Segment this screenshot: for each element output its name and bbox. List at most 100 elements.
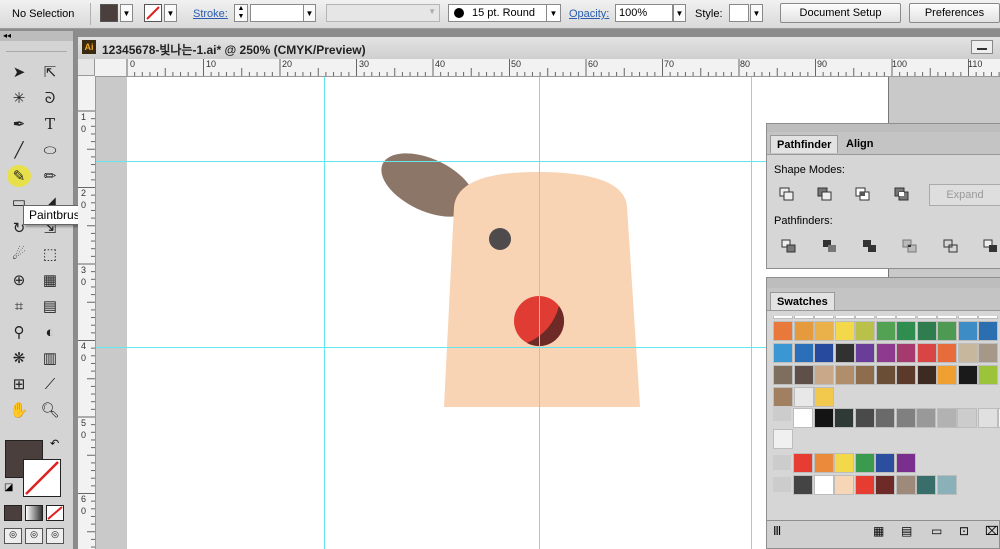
color-swatch[interactable]: [773, 365, 793, 385]
variable-width-select[interactable]: ▼: [326, 4, 440, 22]
symbol-sprayer-tool-icon[interactable]: ❋: [7, 347, 31, 369]
expand-button[interactable]: Expand: [929, 184, 1000, 206]
color-swatch[interactable]: [773, 343, 793, 363]
color-swatch[interactable]: [896, 321, 916, 341]
dog-head[interactable]: [444, 172, 640, 407]
color-swatch[interactable]: [813, 408, 834, 428]
stroke-dropdown[interactable]: ▼: [164, 4, 177, 22]
pen-tool-icon[interactable]: ✒: [7, 113, 31, 135]
guide-vertical[interactable]: [539, 77, 540, 549]
color-swatch[interactable]: [793, 408, 813, 428]
guide-vertical[interactable]: [324, 77, 325, 549]
blend-tool-icon[interactable]: ◐: [38, 321, 62, 343]
color-swatch[interactable]: [834, 316, 855, 319]
color-swatch[interactable]: [916, 365, 937, 385]
color-swatch[interactable]: [957, 408, 977, 428]
swatch-libraries-icon[interactable]: Ⅲ: [773, 524, 781, 538]
dog-eye[interactable]: [489, 228, 511, 250]
direct-selection-tool-icon[interactable]: ⇱: [38, 61, 62, 83]
color-swatch[interactable]: [875, 365, 896, 385]
fill-color-swatch[interactable]: [100, 4, 118, 22]
stroke-weight-dropdown[interactable]: ▼: [303, 4, 316, 22]
color-swatch[interactable]: [957, 316, 978, 319]
minus-back-icon[interactable]: [983, 239, 999, 253]
color-swatch[interactable]: [895, 453, 916, 473]
color-swatch[interactable]: [793, 316, 814, 319]
color-swatch[interactable]: [937, 343, 957, 363]
color-swatch[interactable]: [834, 475, 854, 495]
mesh-tool-icon[interactable]: ⌗: [7, 295, 31, 317]
minimize-button[interactable]: [971, 40, 993, 54]
draw-normal-icon[interactable]: ◎: [4, 528, 22, 544]
color-swatch[interactable]: [916, 321, 937, 341]
swatch-options-icon[interactable]: ▤: [901, 524, 912, 538]
color-swatch[interactable]: [957, 343, 978, 363]
color-swatch[interactable]: [813, 475, 834, 495]
color-swatch[interactable]: [916, 475, 936, 495]
trim-icon[interactable]: [822, 239, 838, 253]
opacity-label[interactable]: Opacity:: [569, 8, 609, 20]
delete-icon[interactable]: ⌧: [985, 524, 999, 538]
color-icon[interactable]: [4, 505, 22, 521]
color-swatch[interactable]: [937, 321, 957, 341]
color-swatch[interactable]: [793, 365, 814, 385]
zoom-tool-icon[interactable]: 🔍︎: [38, 399, 62, 421]
divide-icon[interactable]: [781, 239, 797, 253]
color-swatch[interactable]: [936, 475, 957, 495]
color-swatch[interactable]: [896, 343, 916, 363]
color-swatch[interactable]: [834, 408, 854, 428]
color-swatch[interactable]: [875, 343, 896, 363]
color-swatch[interactable]: [916, 316, 937, 319]
color-swatch[interactable]: [916, 408, 936, 428]
ellipse-tool-icon[interactable]: ⬭: [38, 139, 62, 161]
intersect-icon[interactable]: [855, 187, 871, 201]
minus-front-icon[interactable]: [817, 187, 833, 201]
exclude-icon[interactable]: [894, 187, 910, 201]
color-swatch[interactable]: [916, 343, 937, 363]
line-tool-icon[interactable]: ╱: [7, 139, 31, 161]
document-setup-button[interactable]: Document Setup: [780, 3, 901, 23]
color-swatch[interactable]: [895, 475, 916, 495]
color-swatch[interactable]: [957, 321, 978, 341]
color-swatch[interactable]: [814, 316, 834, 319]
color-swatch[interactable]: [773, 316, 793, 319]
color-swatch[interactable]: [937, 365, 957, 385]
color-swatch[interactable]: [855, 321, 875, 341]
style-dropdown[interactable]: ▼: [750, 4, 763, 22]
color-swatch[interactable]: [793, 453, 813, 473]
merge-icon[interactable]: [862, 239, 878, 253]
panel-grip[interactable]: [767, 124, 1000, 132]
color-swatch[interactable]: [793, 387, 814, 407]
swap-fill-stroke-icon[interactable]: ↶: [50, 437, 59, 450]
graphic-style-swatch[interactable]: [729, 4, 749, 22]
color-swatch[interactable]: [875, 316, 896, 319]
draw-inside-icon[interactable]: ◎: [46, 528, 64, 544]
color-swatch[interactable]: [793, 343, 814, 363]
selection-tool-icon[interactable]: ➤: [7, 61, 31, 83]
color-swatch[interactable]: [773, 429, 793, 449]
document-tab-title[interactable]: 12345678-빛나는-1.ai* @ 250% (CMYK/Preview): [102, 41, 366, 58]
crop-icon[interactable]: [902, 239, 918, 253]
artboard-tool-icon[interactable]: ⊞: [7, 373, 31, 395]
column-graph-tool-icon[interactable]: ▥: [38, 347, 62, 369]
color-swatch[interactable]: [834, 365, 855, 385]
preferences-button[interactable]: Preferences: [909, 3, 1000, 23]
shape-builder-tool-icon[interactable]: ⊕: [7, 269, 31, 291]
color-swatch[interactable]: [978, 365, 998, 385]
color-swatch[interactable]: [793, 321, 814, 341]
tab-align[interactable]: Align: [840, 135, 880, 153]
outline-icon[interactable]: [943, 239, 959, 253]
vertical-ruler[interactable]: 1 0 2 3 4 5 6 0 0 0 0 0: [78, 76, 96, 549]
type-tool-icon[interactable]: T: [38, 113, 62, 135]
color-swatch[interactable]: [834, 343, 855, 363]
color-swatch[interactable]: [978, 321, 998, 341]
draw-behind-icon[interactable]: ◎: [25, 528, 43, 544]
color-swatch[interactable]: [834, 453, 854, 473]
perspective-grid-tool-icon[interactable]: ▦: [38, 269, 62, 291]
unite-icon[interactable]: [779, 187, 795, 201]
opacity-input[interactable]: 100%: [615, 4, 673, 22]
color-swatch[interactable]: [854, 453, 875, 473]
color-swatch[interactable]: [978, 343, 998, 363]
color-swatch[interactable]: [854, 475, 875, 495]
hand-tool-icon[interactable]: ✋: [7, 399, 31, 421]
